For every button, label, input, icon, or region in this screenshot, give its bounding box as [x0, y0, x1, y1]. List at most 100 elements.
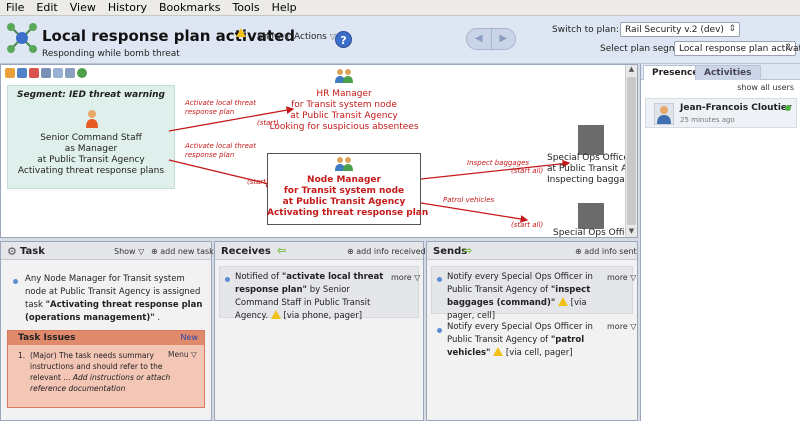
received-more-menu[interactable]: more ▽: [391, 273, 420, 282]
edge-label-1: Activate local threat response plan: [185, 99, 256, 117]
node-senior-line-1: Senior Command Staff: [40, 133, 142, 143]
menu-bookmarks[interactable]: Bookmarks: [153, 1, 226, 14]
menu-history[interactable]: History: [102, 1, 153, 14]
edge-label-2-line-2: response plan: [185, 151, 235, 159]
show-label: Show: [257, 32, 282, 42]
add-new-task-link[interactable]: ⊕ add new task: [151, 247, 214, 256]
sent-item-2-more[interactable]: more ▽: [607, 322, 636, 331]
task-issues-title: Task Issues: [18, 333, 76, 343]
actions-label: Actions: [294, 32, 327, 42]
sent-bullet-icon: [437, 277, 442, 282]
plan-select[interactable]: Rail Security v.2 (dev): [620, 22, 740, 37]
actions-menu[interactable]: Actions ▽: [294, 32, 336, 42]
node-special-ops-2[interactable]: Special Ops Office: [553, 228, 629, 238]
help-icon[interactable]: ?: [335, 31, 352, 48]
node-special-ops-2-line-1: Special Ops Office: [553, 228, 629, 238]
sent-item-2-more-label: more: [607, 322, 628, 331]
plan-header: Local response plan activated Responding…: [0, 16, 800, 64]
menu-tools[interactable]: Tools: [226, 1, 265, 14]
menu-edit[interactable]: Edit: [30, 1, 63, 14]
sent-item-1-more-label: more: [607, 273, 628, 282]
arrow-right-icon: ⇨: [463, 244, 473, 257]
edge-label-2-line-1: Activate local threat: [185, 142, 256, 150]
warning-icon: [557, 297, 568, 306]
online-status-icon: [785, 105, 791, 111]
task-show-menu[interactable]: Show ▽: [114, 247, 144, 256]
show-menu[interactable]: Show ▽: [257, 32, 290, 42]
back-arrow-icon[interactable]: ◀: [467, 29, 492, 49]
sent-item-1-text: Notify every Special Ops Officer in Publ…: [447, 271, 605, 323]
task-issues-header: Task Issues New: [8, 331, 204, 345]
node-special-ops-line-3: Inspecting baggage: [547, 175, 629, 185]
task-text: Any Node Manager for Transit system node…: [25, 273, 207, 325]
node-special-ops-line-1: Special Ops Office: [547, 153, 629, 163]
special-ops-avatar: [578, 125, 604, 155]
warning-icon: [236, 28, 246, 37]
add-info-received-link[interactable]: ⊕ add info received: [347, 247, 426, 256]
task-issues-box: Task Issues New 1. (Major) The task need…: [7, 330, 205, 408]
scroll-thumb[interactable]: [627, 77, 636, 225]
issue-menu[interactable]: Menu ▽: [168, 350, 197, 359]
issue-number: 1.: [18, 351, 26, 360]
warning-icon: [270, 310, 281, 319]
chevron-down-icon: ▽: [138, 247, 145, 256]
node-senior-command[interactable]: Senior Command Staff as Manager at Publi…: [15, 133, 167, 177]
menu-file[interactable]: File: [0, 1, 30, 14]
receives-panel: Receives ⇦ ⊕ add info received more ▽ No…: [214, 241, 426, 421]
edge-to-special-ops-2[interactable]: [420, 202, 529, 223]
add-info-sent-link[interactable]: ⊕ add info sent: [575, 247, 637, 256]
segment-select[interactable]: Local response plan activated: [674, 41, 800, 56]
task-text-bold: "Activating threat response plan (operat…: [25, 300, 203, 323]
scroll-down-icon[interactable]: ▼: [627, 227, 636, 237]
sent-item-1-more[interactable]: more ▽: [607, 273, 636, 282]
task-panel: ⚙ Task Show ▽ ⊕ add new task Any Node Ma…: [0, 241, 214, 421]
show-all-users-link[interactable]: show all users: [737, 83, 794, 92]
map-scrollbar[interactable]: ▲ ▼: [625, 65, 637, 237]
switch-plan-label: Switch to plan:: [552, 25, 619, 35]
add-new-task-label: add new task: [160, 247, 214, 256]
warning-icon: [493, 347, 504, 356]
special-ops-avatar: [578, 203, 604, 229]
menu-view[interactable]: View: [64, 1, 102, 14]
node-senior-line-3: at Public Transit Agency: [37, 155, 145, 165]
presence-panel: Presence Activities show all users Jean-…: [640, 64, 800, 421]
node-hr-line-3: at Public Transit Agency: [290, 111, 398, 121]
node-hr-line-1: HR Manager: [316, 89, 372, 99]
node-senior-line-2: as Manager: [64, 144, 118, 154]
task-bullet-icon: [13, 279, 18, 284]
add-icon: ⊕: [151, 247, 158, 256]
edge-label-2: Activate local threat response plan: [185, 142, 256, 160]
presence-user-name: Jean-Francois Cloutier: [680, 103, 792, 113]
menubar: File Edit View History Bookmarks Tools H…: [0, 0, 800, 16]
edge-label-1-line-1: Activate local threat: [185, 99, 256, 107]
plan-map[interactable]: Segment: IED threat warning Senior Comma…: [0, 64, 638, 238]
node-hr-manager[interactable]: HR Manager for Transit system node at Pu…: [269, 89, 419, 133]
sends-panel: Sends ⇨ ⊕ add info sent more ▽ Notify ev…: [426, 241, 638, 421]
group-icon: [335, 69, 353, 83]
forward-arrow-icon[interactable]: ▶: [492, 29, 516, 49]
new-issue-link[interactable]: New: [181, 333, 198, 342]
menu-help[interactable]: Help: [266, 1, 303, 14]
edge-start-4: (start all): [511, 221, 544, 229]
task-show-label: Show: [114, 247, 136, 256]
task-panel-header: ⚙ Task Show ▽ ⊕ add new task: [1, 242, 214, 260]
tab-activities[interactable]: Activities: [695, 65, 761, 80]
task-panel-title: Task: [20, 246, 45, 257]
node-hr-line-2: for Transit system node: [291, 100, 397, 110]
node-special-ops[interactable]: Special Ops Office at Public Transit Age…: [547, 153, 629, 186]
edge-label-4: Patrol vehicles: [443, 196, 495, 204]
issue-text: (Major) The task needs summary instructi…: [30, 350, 178, 394]
scroll-up-icon[interactable]: ▲: [627, 65, 636, 75]
sent-item-2-via: [via cell, pager]: [505, 348, 573, 358]
presence-user-row[interactable]: Jean-Francois Cloutier 25 minutes ago: [645, 98, 797, 128]
node-special-ops-line-2: at Public Transit Age: [547, 164, 629, 174]
node-node-manager[interactable]: Node Manager for Transit system node at …: [267, 175, 429, 219]
group-icon: [335, 157, 353, 171]
node-manager-line-1: Node Manager: [307, 175, 381, 185]
received-text-a: Notified of: [235, 272, 280, 282]
node-manager-line-4: Activating threat response plan: [267, 208, 429, 218]
task-text-end: .: [157, 313, 161, 323]
avatar: [654, 103, 674, 125]
received-more-label: more: [391, 273, 412, 282]
edge-start-2: (start): [247, 178, 269, 186]
